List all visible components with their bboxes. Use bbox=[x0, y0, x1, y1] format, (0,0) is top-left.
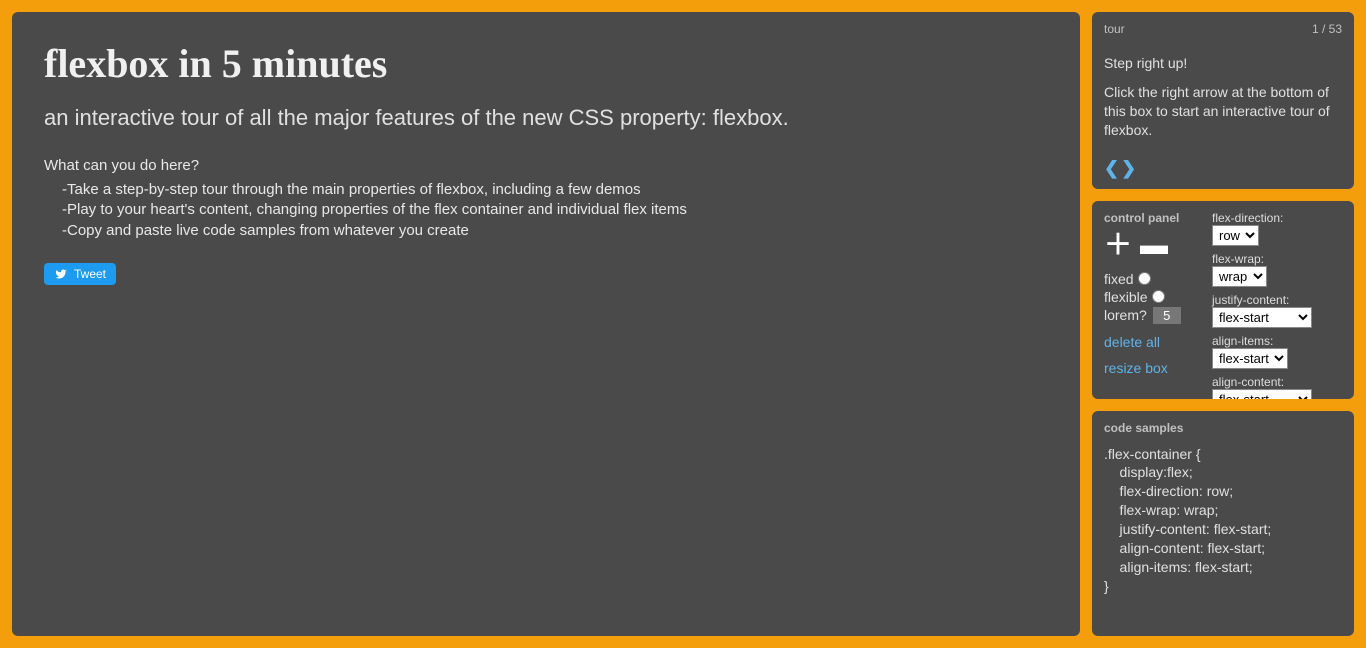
bullet-item: -Play to your heart's content, changing … bbox=[62, 200, 1048, 220]
intro-bullets: -Take a step-by-step tour through the ma… bbox=[44, 180, 1048, 241]
justify-content-label: justify-content: bbox=[1212, 293, 1342, 307]
tour-panel: tour 1 / 53 Step right up! Click the rig… bbox=[1092, 12, 1354, 189]
twitter-icon bbox=[54, 268, 68, 280]
remove-item-button[interactable]: ▬ bbox=[1140, 231, 1168, 259]
tour-step-counter: 1 / 53 bbox=[1312, 22, 1342, 36]
justify-content-select[interactable]: flex-start bbox=[1212, 307, 1312, 328]
tour-next-arrow[interactable]: ❯ bbox=[1121, 158, 1136, 179]
tour-line1: Step right up! bbox=[1104, 54, 1342, 73]
page-subtitle: an interactive tour of all the major fea… bbox=[44, 105, 1048, 131]
align-items-select[interactable]: flex-start bbox=[1212, 348, 1288, 369]
intro-question: What can you do here? bbox=[44, 157, 1048, 174]
flex-direction-label: flex-direction: bbox=[1212, 211, 1342, 225]
bullet-item: -Take a step-by-step tour through the ma… bbox=[62, 180, 1048, 200]
flex-wrap-select[interactable]: wrap bbox=[1212, 266, 1267, 287]
main-content: flexbox in 5 minutes an interactive tour… bbox=[12, 12, 1080, 636]
flexible-label: flexible bbox=[1104, 289, 1148, 305]
control-panel: control panel ＋ ▬ fixed flexible lorem? bbox=[1092, 201, 1354, 399]
resize-box-link[interactable]: resize box bbox=[1104, 360, 1204, 376]
fixed-label: fixed bbox=[1104, 271, 1134, 287]
align-content-select[interactable]: flex-start bbox=[1212, 389, 1312, 399]
tweet-label: Tweet bbox=[74, 267, 106, 281]
align-content-label: align-content: bbox=[1212, 375, 1342, 389]
add-item-button[interactable]: ＋ bbox=[1104, 231, 1132, 259]
tweet-button[interactable]: Tweet bbox=[44, 263, 116, 285]
tour-prev-arrow[interactable]: ❮ bbox=[1104, 158, 1119, 179]
flex-wrap-label: flex-wrap: bbox=[1212, 252, 1342, 266]
delete-all-link[interactable]: delete all bbox=[1104, 334, 1204, 350]
control-panel-header: control panel bbox=[1104, 211, 1204, 225]
lorem-label: lorem? bbox=[1104, 307, 1147, 323]
tour-header: tour bbox=[1104, 22, 1125, 36]
code-sample[interactable]: .flex-container { display:flex; flex-dir… bbox=[1104, 445, 1342, 596]
lorem-input[interactable] bbox=[1153, 307, 1181, 324]
align-items-label: align-items: bbox=[1212, 334, 1342, 348]
page-title: flexbox in 5 minutes bbox=[44, 40, 1048, 87]
tour-line2: Click the right arrow at the bottom of t… bbox=[1104, 83, 1342, 140]
flex-direction-select[interactable]: row bbox=[1212, 225, 1259, 246]
code-samples-header: code samples bbox=[1104, 421, 1342, 435]
code-samples-panel: code samples .flex-container { display:f… bbox=[1092, 411, 1354, 636]
flexible-radio[interactable] bbox=[1152, 290, 1165, 303]
fixed-radio[interactable] bbox=[1138, 272, 1151, 285]
bullet-item: -Copy and paste live code samples from w… bbox=[62, 221, 1048, 241]
